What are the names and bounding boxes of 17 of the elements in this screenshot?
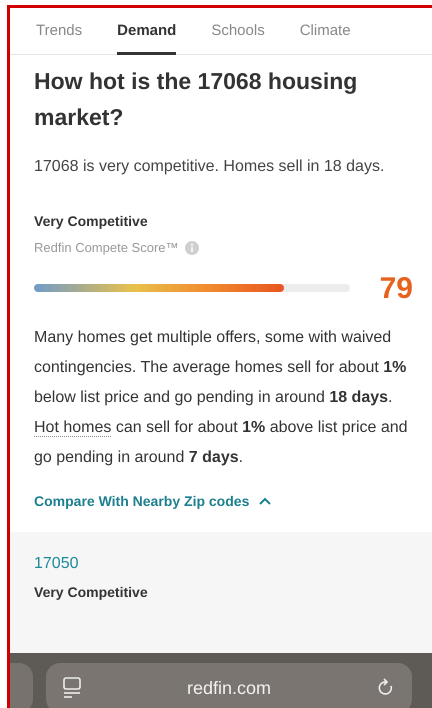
url-text: redfin.com [186, 676, 272, 700]
rating-label: Very Competitive [34, 582, 148, 602]
rating-label: Very Competitive [34, 212, 149, 231]
tab[interactable]: Climate [300, 8, 351, 55]
tab[interactable]: Trends [36, 8, 82, 55]
tab[interactable]: Demand [117, 8, 176, 55]
score-value: 79 [380, 270, 413, 306]
description-text: Many homes get multiple offers, some with waived contingencies. The average homes sell for about 1% below list price and go pending in around 18 days. Hot homes can sell for about 1% above list price and go pending in around 7 days. [34, 328, 409, 468]
address-bar[interactable]: redfin.com [46, 663, 412, 708]
tab[interactable]: Schools [211, 8, 265, 55]
page-menu-icon[interactable] [62, 677, 82, 699]
zip-link[interactable]: 17050 [34, 552, 78, 576]
page-heading: How hot is the 17068 housing market? [34, 67, 358, 132]
summary-text: 17068 is very competitive. Homes sell in 18 days. [34, 157, 386, 177]
compare-link[interactable]: Compare With Nearby Zip codes [34, 490, 272, 512]
score-label: Redfin Compete Score™ [34, 239, 179, 257]
hot-homes-link[interactable]: Hot homes [34, 418, 112, 436]
